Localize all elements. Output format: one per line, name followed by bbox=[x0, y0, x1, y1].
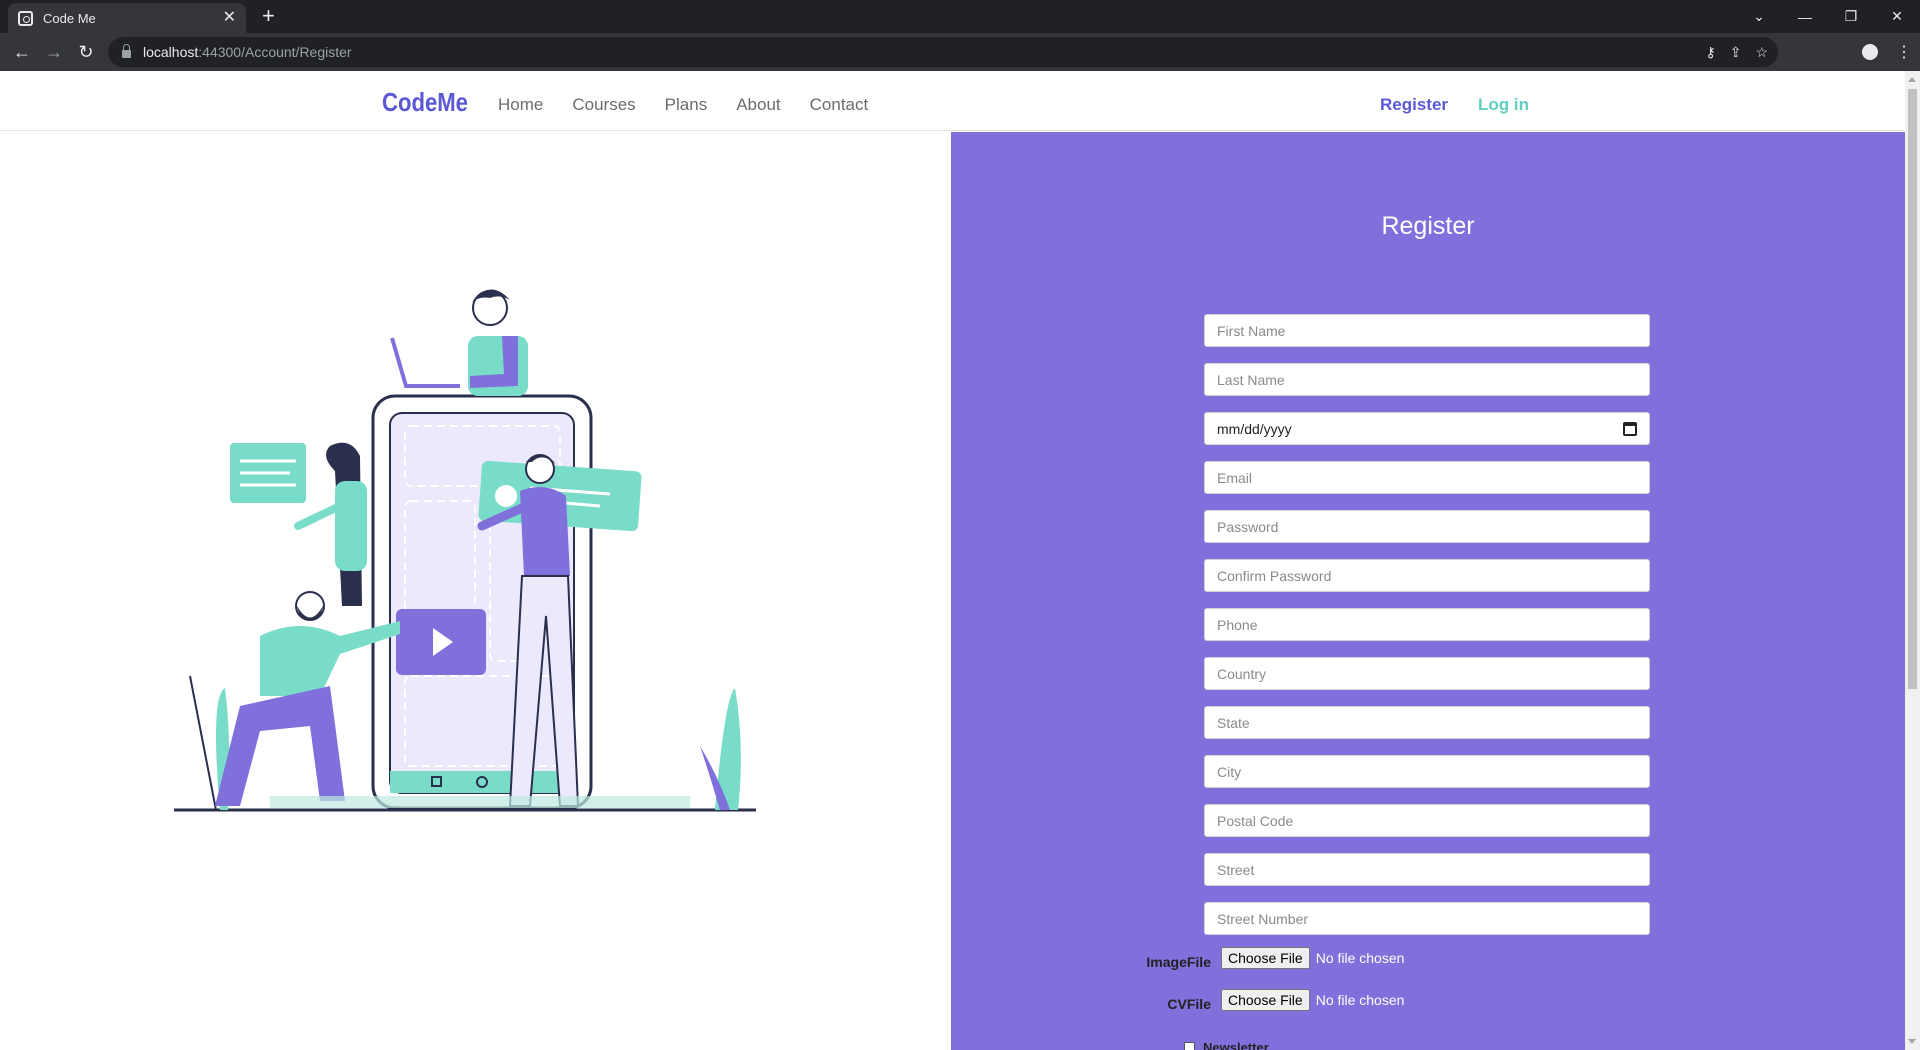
new-tab-icon[interactable]: + bbox=[262, 4, 275, 28]
page-scrollbar[interactable] bbox=[1905, 71, 1920, 1050]
cv-file-label: CVFile bbox=[1167, 996, 1211, 1012]
newsletter-label: Newsletter bbox=[1203, 1040, 1269, 1050]
calendar-icon[interactable] bbox=[1623, 422, 1637, 436]
postal-code-input[interactable] bbox=[1204, 804, 1650, 837]
share-icon[interactable]: ⇪ bbox=[1730, 44, 1742, 61]
browser-toolbar: ← → ↻ localhost:44300/Account/Register ⚷… bbox=[0, 33, 1920, 71]
lock-icon[interactable] bbox=[122, 44, 131, 58]
password-input[interactable] bbox=[1204, 510, 1650, 543]
login-link[interactable]: Log in bbox=[1478, 95, 1529, 115]
plant-stem-left bbox=[189, 675, 217, 811]
street-number-input[interactable] bbox=[1204, 902, 1650, 935]
browser-tab[interactable]: Code Me ✕ bbox=[8, 3, 246, 33]
key-icon[interactable]: ⚷ bbox=[1705, 44, 1715, 61]
cv-file-status: No file chosen bbox=[1315, 992, 1405, 1008]
back-icon[interactable]: ← bbox=[6, 42, 38, 63]
site-logo[interactable]: CodeMe bbox=[382, 87, 468, 118]
bookmark-star-icon[interactable]: ☆ bbox=[1755, 44, 1768, 61]
nav-link-about[interactable]: About bbox=[736, 95, 780, 115]
nav-links: Home Courses Plans About Contact bbox=[498, 95, 868, 115]
confirm-password-input[interactable] bbox=[1204, 559, 1650, 592]
auth-links: Register Log in bbox=[1380, 95, 1529, 115]
register-link[interactable]: Register bbox=[1380, 95, 1448, 115]
newsletter-checkbox[interactable] bbox=[1184, 1042, 1195, 1050]
close-window-icon[interactable]: ✕ bbox=[1874, 8, 1920, 25]
nav-link-courses[interactable]: Courses bbox=[572, 95, 635, 115]
forward-icon[interactable]: → bbox=[38, 42, 70, 63]
close-tab-icon[interactable]: ✕ bbox=[223, 10, 236, 26]
image-file-label: ImageFile bbox=[1146, 954, 1211, 970]
city-input[interactable] bbox=[1204, 755, 1650, 788]
date-placeholder: mm/dd/yyyy bbox=[1217, 420, 1292, 437]
phone-navbar bbox=[390, 771, 574, 793]
reload-icon[interactable]: ↻ bbox=[70, 42, 102, 63]
last-name-input[interactable] bbox=[1204, 363, 1650, 396]
team-app-illustration bbox=[174, 289, 756, 812]
image-file-status: No file chosen bbox=[1315, 950, 1405, 966]
restore-icon[interactable]: ❐ bbox=[1828, 8, 1874, 25]
birth-date-input[interactable]: mm/dd/yyyy bbox=[1204, 412, 1650, 445]
country-input[interactable] bbox=[1204, 657, 1650, 690]
window-controls: ⌄ — ❐ ✕ bbox=[1736, 0, 1920, 33]
nav-link-contact[interactable]: Contact bbox=[810, 95, 869, 115]
register-title: Register bbox=[1381, 212, 1475, 240]
email-input[interactable] bbox=[1204, 461, 1650, 494]
register-panel: Register mm/dd/yyyy ImageFile Choose Fil… bbox=[951, 132, 1905, 1050]
nav-link-plans[interactable]: Plans bbox=[665, 95, 708, 115]
nav-link-home[interactable]: Home bbox=[498, 95, 543, 115]
state-input[interactable] bbox=[1204, 706, 1650, 739]
url-path: :44300/Account/Register bbox=[198, 44, 352, 60]
tab-title: Code Me bbox=[43, 10, 96, 26]
cv-file-row: CVFile Choose File No file chosen bbox=[1121, 988, 1404, 1012]
scrollbar-thumb[interactable] bbox=[1908, 89, 1917, 689]
address-bar[interactable]: localhost:44300/Account/Register ⚷ ⇪ ☆ bbox=[108, 37, 1778, 67]
image-file-row: ImageFile Choose File No file chosen bbox=[1121, 946, 1404, 970]
image-file-button[interactable]: Choose File bbox=[1221, 947, 1310, 969]
site-favicon-icon bbox=[18, 10, 33, 26]
site-navbar: CodeMe Home Courses Plans About Contact … bbox=[0, 71, 1905, 131]
web-page: CodeMe Home Courses Plans About Contact … bbox=[0, 71, 1905, 1050]
menu-kebab-icon[interactable]: ⋮ bbox=[1896, 42, 1912, 62]
scroll-down-arrow-icon[interactable] bbox=[1908, 1039, 1916, 1044]
tab-search-icon[interactable]: ⌄ bbox=[1736, 8, 1782, 25]
browser-tab-bar: Code Me ✕ + ⌄ — ❐ ✕ bbox=[0, 0, 1920, 33]
url-host: localhost bbox=[143, 44, 199, 60]
profile-avatar-icon[interactable] bbox=[1862, 44, 1878, 60]
address-bar-actions: ⚷ ⇪ ☆ bbox=[1705, 37, 1768, 67]
minimize-icon[interactable]: — bbox=[1782, 9, 1828, 25]
street-input[interactable] bbox=[1204, 853, 1650, 886]
browser-right-tools: ⋮ bbox=[1862, 33, 1912, 71]
first-name-input[interactable] bbox=[1204, 314, 1650, 347]
phone-input[interactable] bbox=[1204, 608, 1650, 641]
newsletter-option[interactable]: Newsletter bbox=[1184, 1040, 1269, 1050]
cv-file-button[interactable]: Choose File bbox=[1221, 989, 1310, 1011]
scroll-up-arrow-icon[interactable] bbox=[1908, 77, 1916, 82]
